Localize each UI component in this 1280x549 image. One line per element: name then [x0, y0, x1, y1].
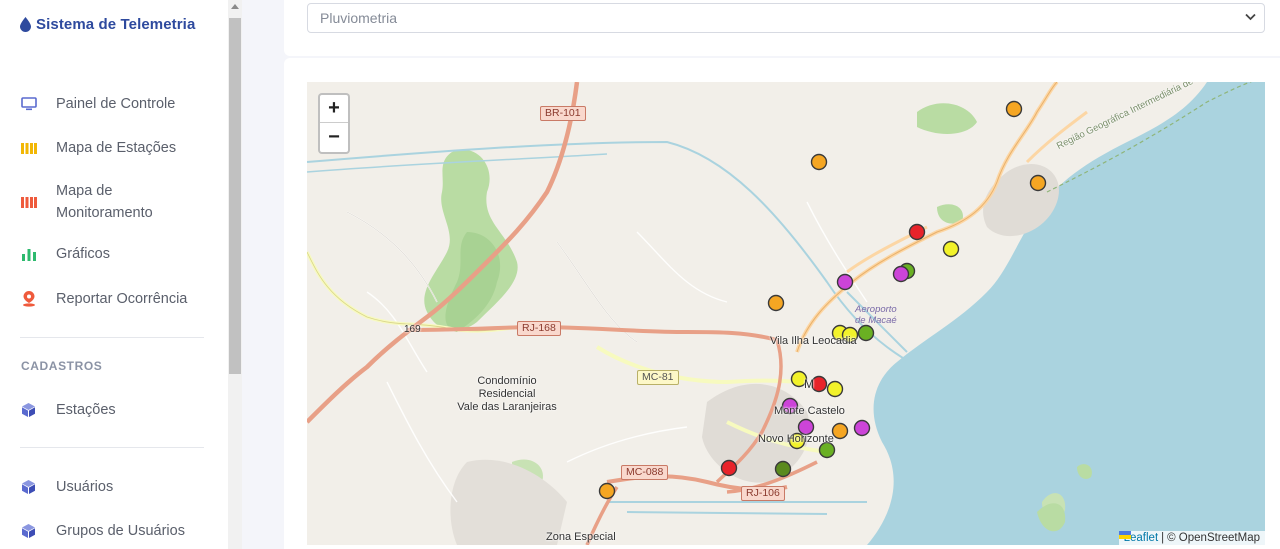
nav-label: Gráficos: [56, 246, 110, 262]
ukraine-flag-icon: [1118, 531, 1131, 539]
station-marker-orange[interactable]: [598, 482, 616, 500]
place-novo-horizonte: Novo Horizonte: [758, 433, 834, 445]
station-marker-darkgreen[interactable]: [774, 460, 792, 478]
place-condominio-line3: Vale das Laranjeiras: [457, 401, 557, 413]
station-marker-orange[interactable]: [1005, 100, 1023, 118]
station-marker-red[interactable]: [908, 223, 926, 241]
road-label-169: 169: [404, 324, 421, 335]
scrollbar-thumb[interactable]: [229, 18, 241, 374]
road-shield-rj168: RJ-168: [517, 321, 561, 336]
brand[interactable]: Sistema de Telemetria: [20, 16, 195, 33]
place-zona-especial: Zona Especial: [546, 531, 616, 543]
cube-icon: [20, 479, 37, 496]
map-attribution: Leaflet | © OpenStreetMap: [1118, 531, 1265, 545]
station-marker-purple[interactable]: [853, 419, 871, 437]
place-monte-castelo: Monte Castelo: [774, 405, 845, 417]
place-vila-ilha-leocadia: Vila Ilha Leocadia: [770, 335, 857, 347]
map-monitoring-icon: [20, 194, 37, 211]
station-marker-green[interactable]: [857, 324, 875, 342]
place-macae-fragment: M: [804, 377, 814, 391]
nav-label: Estações: [56, 402, 116, 418]
select-value: Pluviometria: [320, 10, 398, 26]
attribution-text: © OpenStreetMap: [1167, 532, 1260, 544]
station-marker-purple[interactable]: [836, 273, 854, 291]
zoom-out-button[interactable]: −: [320, 123, 348, 151]
station-marker-red[interactable]: [720, 459, 738, 477]
place-condominio-line2: Residencial: [478, 388, 536, 400]
cube-icon: [20, 402, 37, 419]
road-shield-rj106: RJ-106: [741, 486, 785, 501]
map-tiles: [307, 82, 1265, 545]
nav-label: Painel de Controle: [56, 96, 176, 112]
zoom-in-button[interactable]: +: [320, 95, 348, 123]
data-type-select[interactable]: Pluviometria: [307, 3, 1265, 33]
road-shield-br101: BR-101: [540, 106, 586, 121]
nav-mapa-de-monitoramento[interactable]: Mapa de Monitoramento: [20, 180, 210, 224]
nav-usuarios[interactable]: Usuários: [20, 476, 210, 498]
nav-reportar-ocorrencia[interactable]: Reportar Ocorrência: [20, 288, 210, 310]
station-marker-orange[interactable]: [810, 153, 828, 171]
road-shield-mc088: MC-088: [621, 465, 669, 480]
place-condominio: Condomínio Residencial Vale das Laranjei…: [455, 375, 559, 414]
map-stations-icon: [20, 140, 37, 157]
station-map[interactable]: BR-101 RJ-168 MC-81 MC-088 RJ-106 169 Vi…: [307, 82, 1265, 545]
nav-label: Mapa de Monitoramento: [56, 183, 153, 221]
station-marker-yellow[interactable]: [826, 380, 844, 398]
station-marker-orange[interactable]: [767, 294, 785, 312]
place-condominio-line1: Condomínio: [477, 375, 537, 387]
road-shield-mc81: MC-81: [637, 370, 679, 385]
bar-chart-icon: [20, 246, 37, 263]
nav-mapa-de-estacoes[interactable]: Mapa de Estações: [20, 137, 210, 159]
monitor-icon: [20, 96, 37, 113]
nav-label: Grupos de Usuários: [56, 523, 185, 539]
nav-painel-de-controle[interactable]: Painel de Controle: [20, 93, 210, 115]
location-alert-icon: [20, 291, 37, 308]
nav-label: Mapa de Estações: [56, 140, 177, 156]
nav-label: Usuários: [56, 479, 114, 495]
app-title: Sistema de Telemetria: [36, 16, 196, 33]
station-marker-orange[interactable]: [1029, 174, 1047, 192]
divider: [20, 447, 204, 448]
divider: [20, 337, 204, 338]
water-drop-icon: [20, 17, 31, 32]
sidebar: Sistema de Telemetria Painel de Controle…: [0, 0, 228, 549]
station-marker-purple[interactable]: [892, 265, 910, 283]
sidebar-scrollbar[interactable]: [228, 0, 242, 549]
chevron-down-icon: [1245, 13, 1256, 21]
place-aeroporto: Aeroporto de Macaé: [855, 304, 897, 326]
station-marker-orange[interactable]: [831, 422, 849, 440]
place-aeroporto-line1: Aeroporto: [855, 304, 897, 315]
attribution-separator: |: [1161, 532, 1165, 544]
nav-graficos[interactable]: Gráficos: [20, 243, 210, 265]
cube-icon: [20, 523, 37, 540]
section-title: CADASTROS: [21, 359, 103, 373]
place-aeroporto-line2: de Macaé: [855, 315, 897, 326]
zoom-control: + −: [318, 93, 350, 154]
nav-grupos-de-usuarios[interactable]: Grupos de Usuários: [20, 520, 210, 542]
scroll-up-arrow-icon[interactable]: [231, 4, 239, 9]
nav-label: Reportar Ocorrência: [56, 291, 188, 307]
nav-estacoes[interactable]: Estações: [20, 399, 210, 421]
station-marker-yellow[interactable]: [942, 240, 960, 258]
